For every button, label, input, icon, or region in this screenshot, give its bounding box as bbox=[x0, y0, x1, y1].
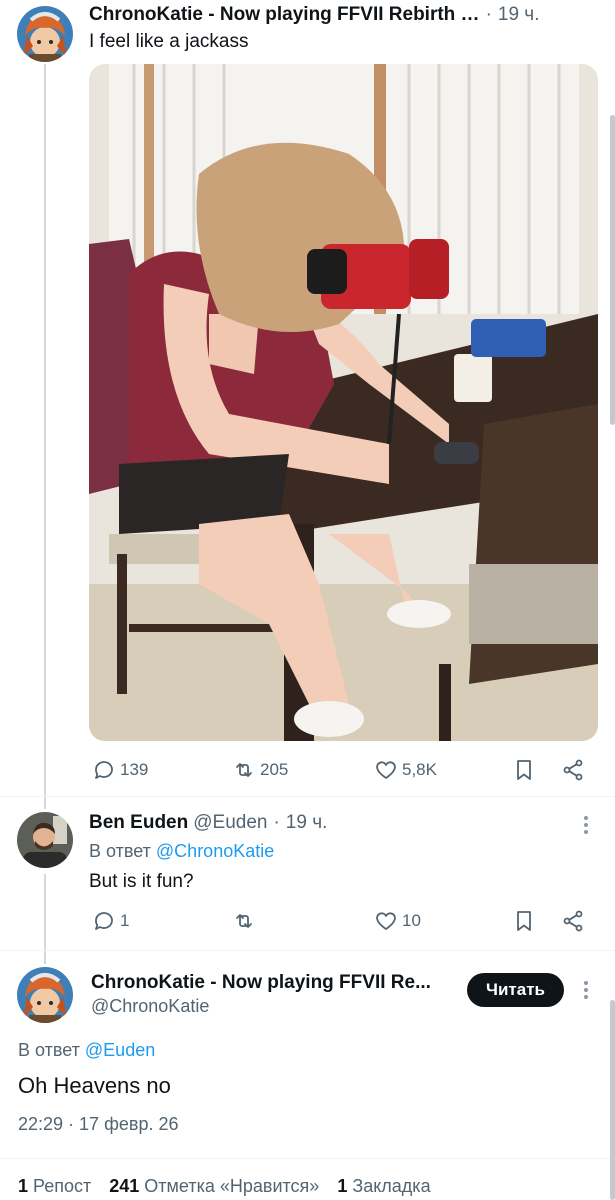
divider bbox=[0, 796, 615, 797]
post-timestamp[interactable]: 22:29 · 17 февр. 26 bbox=[18, 1114, 178, 1135]
bookmark-button[interactable] bbox=[512, 758, 536, 782]
like-count: 10 bbox=[402, 911, 421, 930]
repost-button[interactable]: 205 bbox=[232, 758, 288, 782]
tweet-text: But is it fun? bbox=[89, 871, 194, 892]
repost-icon bbox=[236, 763, 252, 777]
bookmark-icon bbox=[517, 760, 531, 780]
display-name[interactable]: ChronoKatie - Now playing FFVII Rebirth … bbox=[89, 4, 480, 26]
share-icon bbox=[563, 759, 583, 781]
more-options-button[interactable] bbox=[584, 816, 588, 834]
avatar[interactable] bbox=[17, 967, 73, 1023]
like-icon bbox=[376, 912, 396, 930]
tweet-text: Oh Heavens no bbox=[18, 1073, 171, 1098]
bookmark-icon bbox=[517, 911, 531, 931]
reply-header: Ben Euden @Euden · 19 ч. bbox=[89, 812, 327, 834]
bookmark-button[interactable] bbox=[512, 909, 536, 933]
repost-button[interactable] bbox=[232, 909, 260, 933]
more-icon bbox=[584, 816, 588, 820]
photo-image bbox=[89, 64, 598, 741]
reply-button[interactable]: 1 bbox=[92, 909, 129, 933]
reply-icon bbox=[95, 761, 113, 779]
thread-line bbox=[44, 64, 46, 809]
like-button[interactable]: 5,8K bbox=[374, 758, 437, 782]
reply-count: 1 bbox=[120, 911, 130, 930]
separator-dot: · bbox=[485, 4, 492, 25]
like-count: 5,8K bbox=[402, 760, 437, 779]
repost-count: 205 bbox=[260, 760, 289, 779]
like-stat[interactable]: 241 Отметка «Нравится» bbox=[109, 1176, 319, 1197]
user-handle[interactable]: @ChronoKatie bbox=[91, 996, 209, 1017]
reply-icon bbox=[95, 912, 113, 930]
mention-link[interactable]: @Euden bbox=[85, 1040, 155, 1060]
replying-to: В ответ @ChronoKatie bbox=[89, 841, 274, 862]
share-button[interactable] bbox=[561, 909, 585, 933]
separator-dot: · bbox=[273, 812, 280, 833]
bookmark-stat[interactable]: 1 Закладка bbox=[337, 1176, 430, 1197]
scrollbar[interactable] bbox=[610, 115, 615, 425]
follow-button[interactable]: Читать bbox=[467, 973, 564, 1007]
share-button[interactable] bbox=[561, 758, 585, 782]
avatar[interactable] bbox=[17, 6, 73, 62]
replying-to-label: В ответ bbox=[18, 1040, 80, 1060]
reply-count: 139 bbox=[120, 760, 149, 779]
share-icon bbox=[563, 910, 583, 932]
engagement-stats: 1 Репост 241 Отметка «Нравится» 1 Закладка bbox=[18, 1176, 449, 1197]
focus-header: ChronoKatie - Now playing FFVII Re... bbox=[91, 972, 451, 994]
user-handle[interactable]: @Euden bbox=[193, 812, 267, 834]
repost-icon bbox=[236, 914, 252, 928]
repost-stat[interactable]: 1 Репост bbox=[18, 1176, 91, 1197]
like-icon bbox=[376, 761, 396, 779]
scrollbar[interactable] bbox=[610, 1000, 615, 1200]
timestamp[interactable]: 19 ч. bbox=[498, 4, 540, 26]
divider bbox=[0, 1158, 615, 1159]
avatar[interactable] bbox=[17, 812, 73, 868]
tweet-text: I feel like a jackass bbox=[89, 31, 249, 52]
timestamp[interactable]: 19 ч. bbox=[286, 812, 328, 834]
display-name[interactable]: Ben Euden bbox=[89, 812, 188, 834]
more-options-button[interactable] bbox=[584, 981, 588, 999]
mention-link[interactable]: @ChronoKatie bbox=[156, 841, 274, 861]
tweet-photo[interactable] bbox=[89, 64, 598, 741]
reply-button[interactable]: 139 bbox=[92, 758, 148, 782]
divider bbox=[0, 950, 615, 951]
display-name[interactable]: ChronoKatie - Now playing FFVII Re... bbox=[91, 972, 431, 994]
replying-to-label: В ответ bbox=[89, 841, 151, 861]
tweet-header: ChronoKatie - Now playing FFVII Rebirth … bbox=[89, 4, 559, 26]
like-button[interactable]: 10 bbox=[374, 909, 421, 933]
replying-to: В ответ @Euden bbox=[18, 1040, 155, 1061]
more-icon bbox=[584, 981, 588, 985]
